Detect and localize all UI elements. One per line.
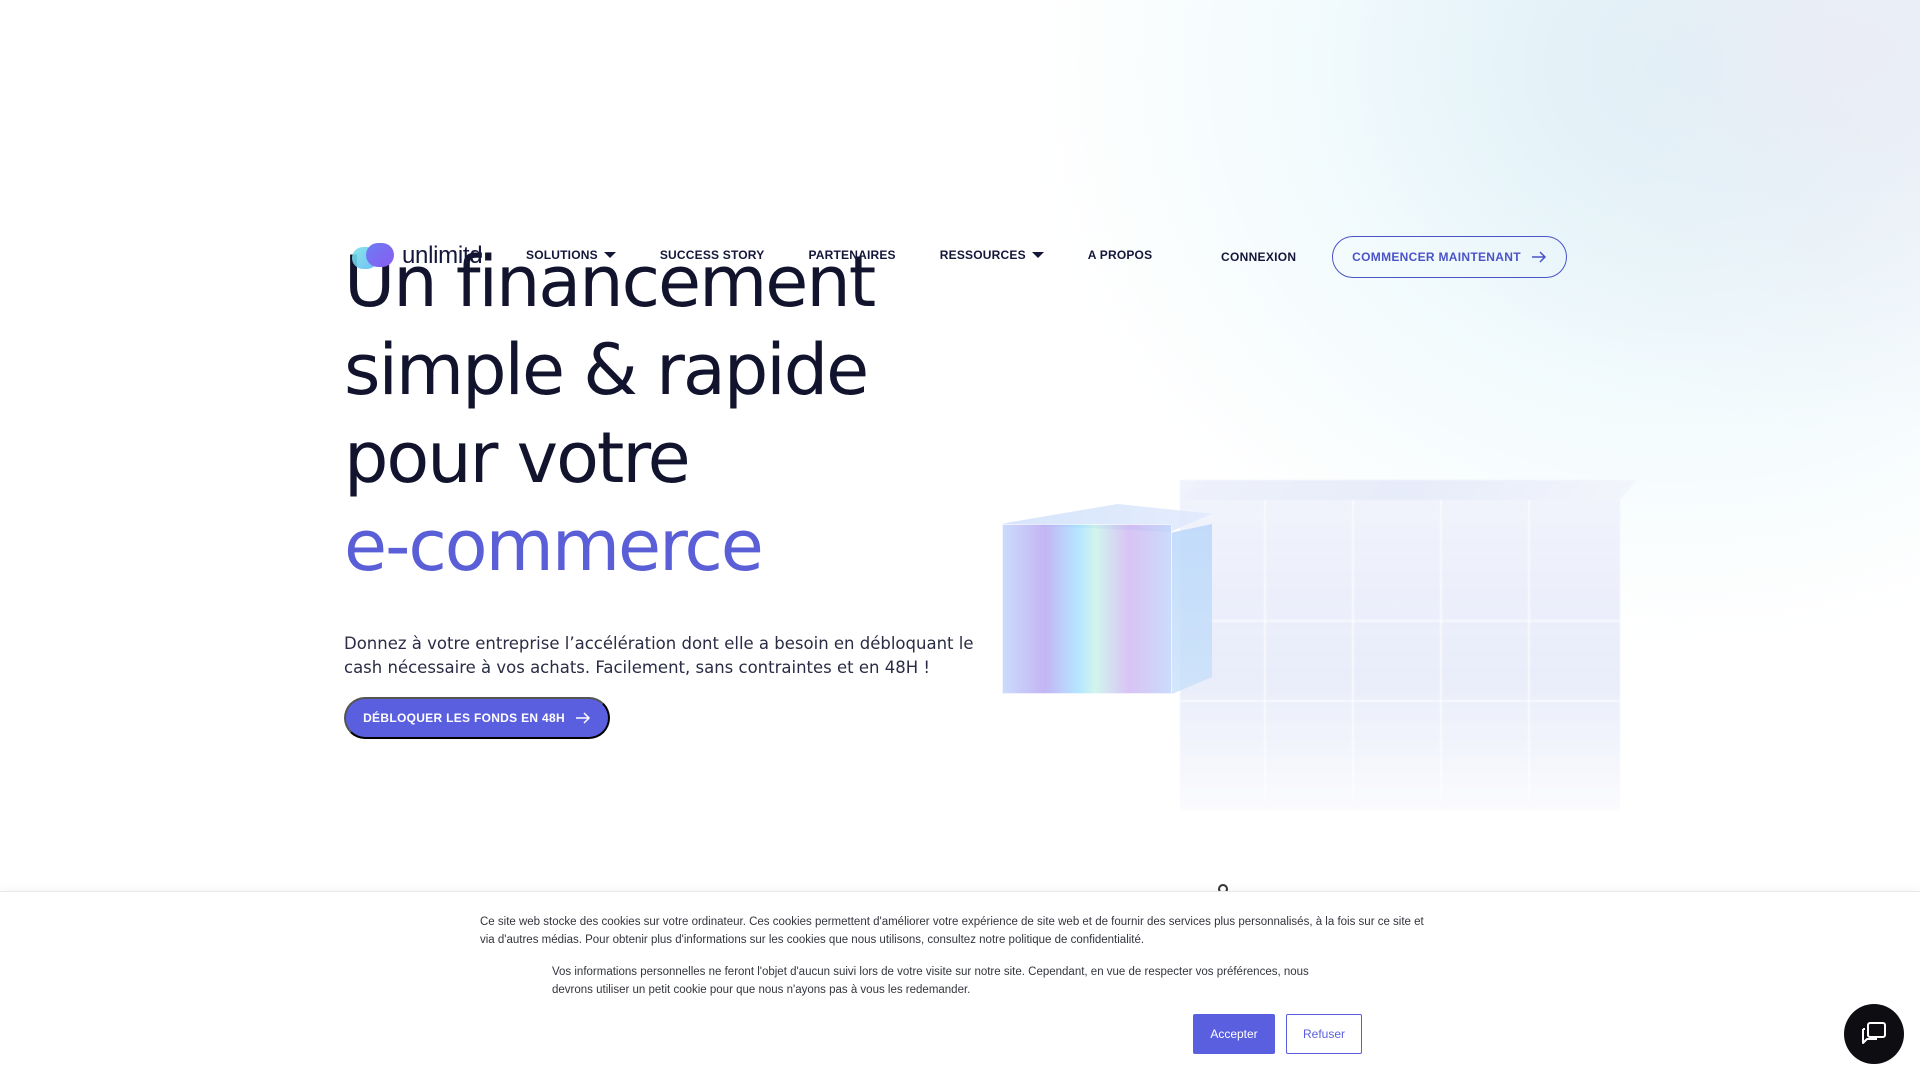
hero-title-line-3: pour votre: [344, 417, 691, 499]
nav-item-label: SOLUTIONS: [526, 248, 598, 262]
unlock-funds-label: DÉBLOQUER LES FONDS EN 48H: [363, 711, 565, 725]
accept-cookies-button[interactable]: Accepter: [1193, 1014, 1275, 1054]
hero-description: Donnez à votre entreprise l’accélération…: [344, 634, 974, 677]
caret-down-icon: [603, 252, 616, 258]
nav-item-label: PARTENAIRES: [808, 248, 896, 262]
hero-title-accent: e-commerce: [344, 505, 764, 587]
start-now-button[interactable]: COMMENCER MAINTENANT: [1332, 236, 1567, 278]
hero-title-line-2: simple & rapide: [344, 329, 869, 411]
unlock-funds-button[interactable]: DÉBLOQUER LES FONDS EN 48H: [344, 697, 610, 739]
nav-item-success-story[interactable]: SUCCESS STORY: [660, 248, 765, 262]
caret-down-icon: [1031, 252, 1044, 258]
nav-item-solutions[interactable]: SOLUTIONS: [526, 248, 616, 262]
login-link[interactable]: CONNEXION: [1221, 250, 1296, 264]
nav-item-partenaires[interactable]: PARTENAIRES: [808, 248, 895, 262]
cookie-text-main: Ce site web stocke des cookies sur votre…: [480, 916, 1424, 946]
start-now-label: COMMENCER MAINTENANT: [1352, 250, 1521, 264]
nav-item-label: SUCCESS STORY: [659, 248, 765, 262]
nav-item-a-propos[interactable]: A PROPOS: [1088, 248, 1153, 262]
chat-launcher-button[interactable]: [1844, 1004, 1904, 1064]
cube-stack: [1180, 480, 1620, 810]
arrow-right-icon: [575, 712, 590, 724]
glass-cubes-illustration: [990, 440, 1650, 820]
arrow-right-icon: [1531, 251, 1546, 263]
iridescent-cube: [1002, 504, 1212, 694]
logo[interactable]: unlimitd: [352, 242, 483, 270]
logo-text: unlimitd: [402, 242, 483, 269]
logo-mark-icon: [352, 243, 396, 269]
nav-item-ressources[interactable]: RESSOURCES: [940, 248, 1044, 262]
page: Un financement simple & rapide pour votr…: [0, 0, 1920, 1080]
cookie-banner: Ce site web stocke des cookies sur votre…: [0, 891, 1920, 1080]
hero-title: Un financement simple & rapide pour votr…: [344, 238, 1044, 590]
main-nav: unlimitd SOLUTIONS SUCCESS STORY PARTENA…: [352, 236, 1568, 278]
cookie-text-secondary: Vos informations personnelles ne feront …: [552, 966, 1309, 996]
chat-icon: [1862, 1022, 1886, 1044]
nav-item-label: A PROPOS: [1087, 248, 1153, 262]
refuse-cookies-button[interactable]: Refuser: [1286, 1014, 1362, 1054]
nav-item-label: RESSOURCES: [939, 248, 1026, 262]
nav-menu: SOLUTIONS SUCCESS STORY PARTENAIRES RESS…: [526, 248, 1152, 262]
